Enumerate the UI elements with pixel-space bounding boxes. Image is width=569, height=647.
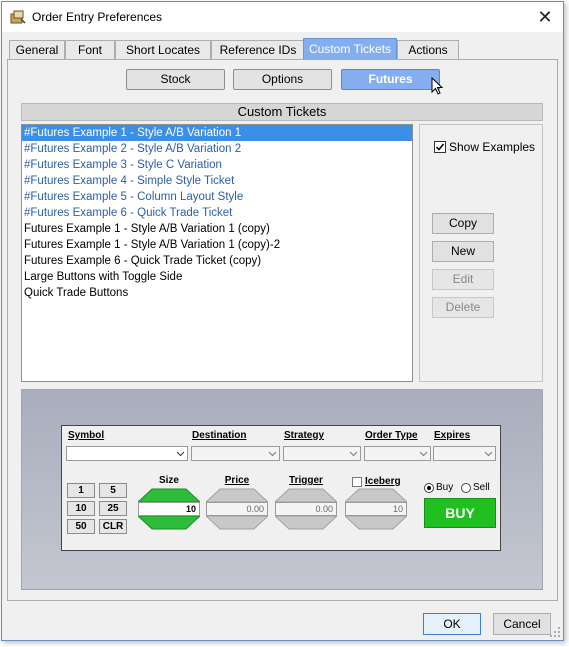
radio-selected-icon — [424, 482, 434, 493]
decrement-arrow-icon[interactable] — [345, 516, 407, 530]
iceberg-checkbox[interactable] — [352, 477, 362, 487]
decrement-arrow-icon[interactable] — [138, 516, 200, 530]
tab-custom-tickets[interactable]: Custom Tickets — [303, 38, 397, 60]
iceberg-spinner[interactable]: 10 — [345, 488, 407, 532]
qty-5-button[interactable]: 5 — [99, 483, 127, 498]
decrement-arrow-icon[interactable] — [275, 516, 337, 530]
list-item[interactable]: #Futures Example 6 - Quick Trade Ticket — [22, 205, 412, 221]
trigger-label: Trigger — [289, 475, 323, 486]
qty-10-button[interactable]: 10 — [67, 501, 95, 516]
chevron-down-icon — [176, 451, 185, 457]
chevron-down-icon — [419, 451, 428, 457]
show-examples-label: Show Examples — [449, 140, 536, 154]
tab-short-locates[interactable]: Short Locates — [115, 40, 211, 59]
sell-radio-label: Sell — [473, 482, 490, 493]
list-item[interactable]: #Futures Example 5 - Column Layout Style — [22, 189, 412, 205]
buy-radio[interactable]: Buy — [424, 482, 453, 493]
symbol-label: Symbol — [68, 430, 105, 441]
qty-clear-button[interactable]: CLR — [99, 519, 127, 534]
strategy-combo[interactable] — [283, 446, 361, 461]
checkbox-checked-icon — [434, 141, 446, 153]
custom-tickets-header: Custom Tickets — [21, 103, 543, 121]
futures-button[interactable]: Futures — [341, 69, 440, 90]
increment-arrow-icon[interactable] — [138, 488, 200, 502]
qty-1-button[interactable]: 1 — [67, 483, 95, 498]
iceberg-label: Iceberg — [365, 476, 401, 487]
price-field[interactable]: 0.00 — [206, 502, 268, 516]
iceberg-field[interactable]: 10 — [345, 502, 407, 516]
tab-font[interactable]: Font — [65, 40, 115, 59]
buy-button[interactable]: BUY — [424, 498, 496, 528]
stock-button[interactable]: Stock — [126, 69, 225, 90]
copy-button[interactable]: Copy — [432, 213, 494, 234]
custom-tickets-panel: Stock Options Futures Custom Tickets #Fu… — [7, 59, 558, 601]
radio-unselected-icon — [461, 482, 471, 493]
options-button[interactable]: Options — [233, 69, 332, 90]
size-field[interactable]: 10 — [138, 502, 200, 516]
list-item[interactable]: #Futures Example 1 - Style A/B Variation… — [22, 125, 412, 141]
chevron-down-icon — [484, 451, 493, 457]
tab-actions[interactable]: Actions — [397, 40, 459, 59]
tab-general[interactable]: General — [9, 40, 65, 59]
buy-radio-label: Buy — [436, 482, 454, 493]
ticket-list[interactable]: #Futures Example 1 - Style A/B Variation… — [21, 124, 413, 382]
ticket-actions-box: Show Examples Copy New Edit Delete — [419, 124, 543, 382]
price-spinner[interactable]: 0.00 — [206, 488, 268, 532]
title-bar: Order Entry Preferences ✕ — [2, 2, 563, 32]
show-examples-checkbox[interactable]: Show Examples — [434, 140, 535, 154]
window-title: Order Entry Preferences — [32, 10, 163, 24]
increment-arrow-icon[interactable] — [275, 488, 337, 502]
size-label: Size — [158, 475, 179, 486]
order-type-label: Order Type — [365, 430, 418, 441]
cancel-button[interactable]: Cancel — [493, 613, 551, 635]
list-item[interactable]: Large Buttons with Toggle Side — [22, 269, 412, 285]
list-item[interactable]: Quick Trade Buttons — [22, 285, 412, 301]
ticket-preview: Symbol Destination Strategy Order Type E… — [21, 389, 543, 590]
price-label: Price — [224, 475, 250, 486]
strategy-label: Strategy — [284, 430, 325, 441]
close-button[interactable]: ✕ — [533, 6, 557, 28]
sell-radio[interactable]: Sell — [461, 482, 490, 493]
chevron-down-icon — [268, 451, 277, 457]
expires-label: Expires — [434, 430, 471, 441]
list-item[interactable]: #Futures Example 2 - Style A/B Variation… — [22, 141, 412, 157]
chevron-down-icon — [349, 451, 358, 457]
list-item[interactable]: #Futures Example 4 - Simple Style Ticket — [22, 173, 412, 189]
destination-combo[interactable] — [191, 446, 280, 461]
increment-arrow-icon[interactable] — [206, 488, 268, 502]
delete-button[interactable]: Delete — [432, 297, 494, 318]
destination-label: Destination — [192, 430, 247, 441]
resize-grip-icon[interactable] — [549, 626, 561, 638]
qty-50-button[interactable]: 50 — [67, 519, 95, 534]
increment-arrow-icon[interactable] — [345, 488, 407, 502]
list-item[interactable]: Futures Example 1 - Style A/B Variation … — [22, 237, 412, 253]
list-item[interactable]: Futures Example 1 - Style A/B Variation … — [22, 221, 412, 237]
app-icon — [10, 10, 26, 24]
edit-button[interactable]: Edit — [432, 269, 494, 290]
new-button[interactable]: New — [432, 241, 494, 262]
tab-reference-ids[interactable]: Reference IDs — [211, 40, 305, 59]
order-type-combo[interactable] — [364, 446, 431, 461]
decrement-arrow-icon[interactable] — [206, 516, 268, 530]
symbol-combo[interactable] — [66, 446, 188, 461]
list-item[interactable]: #Futures Example 3 - Style C Variation — [22, 157, 412, 173]
ok-button[interactable]: OK — [423, 613, 481, 635]
trigger-field[interactable]: 0.00 — [275, 502, 337, 516]
mouse-cursor-icon — [431, 77, 444, 95]
order-ticket: Symbol Destination Strategy Order Type E… — [61, 425, 501, 551]
trigger-spinner[interactable]: 0.00 — [275, 488, 337, 532]
qty-25-button[interactable]: 25 — [99, 501, 127, 516]
size-spinner[interactable]: 10 — [138, 488, 200, 532]
order-entry-preferences-window: Order Entry Preferences ✕ General Font S… — [1, 1, 564, 641]
list-item[interactable]: Futures Example 6 - Quick Trade Ticket (… — [22, 253, 412, 269]
expires-combo[interactable] — [433, 446, 496, 461]
